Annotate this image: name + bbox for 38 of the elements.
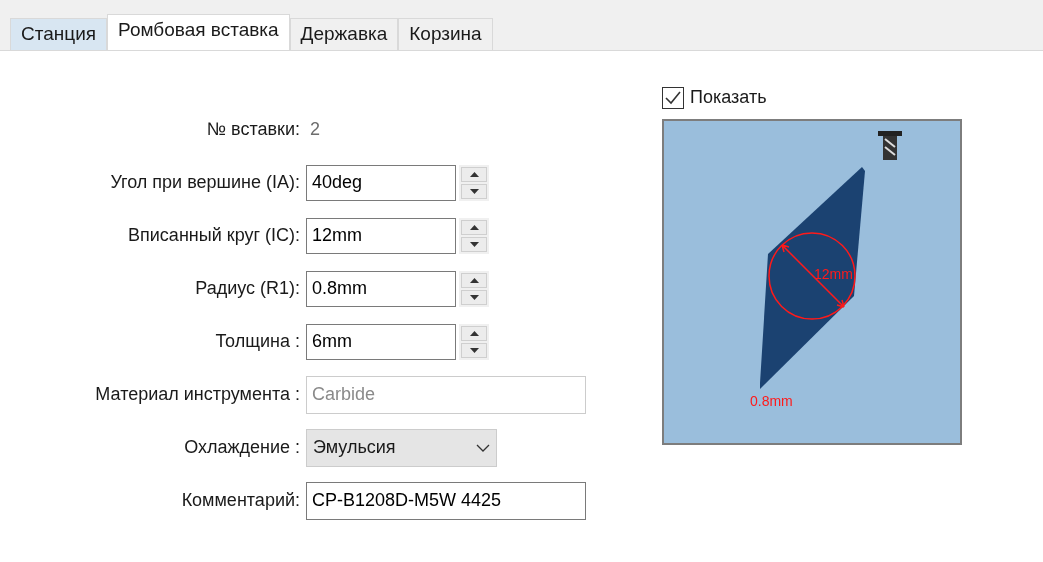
up-arrow-icon [469, 171, 479, 177]
number-field[interactable]: 12mm [306, 217, 456, 254]
diameter-label: 12mm [814, 266, 853, 282]
text-field[interactable]: CP-B1208D-M5W 4425 [306, 481, 586, 520]
field-label: Радиус (R1): [194, 277, 301, 300]
field-label: Комментарий: [180, 489, 301, 512]
spin-buttons[interactable] [459, 270, 489, 307]
show-label: Показать [690, 86, 767, 109]
insert-number: 2 [309, 119, 320, 139]
checkmark-icon [665, 90, 681, 105]
field-label: Материал инструмента : [94, 383, 301, 406]
spin-buttons[interactable] [459, 217, 489, 254]
down-arrow-icon [469, 188, 479, 194]
spin-buttons[interactable] [459, 164, 489, 201]
spin-buttons[interactable] [459, 323, 489, 360]
number-field[interactable]: 0.8mm [306, 270, 456, 307]
down-arrow-icon [469, 347, 479, 353]
field-label: Угол при вершине (IA): [109, 171, 301, 194]
field-label: Толщина : [214, 330, 301, 353]
up-arrow-icon [469, 224, 479, 230]
tab[interactable]: Корзина [398, 18, 493, 50]
up-arrow-icon [469, 330, 479, 336]
show-checkbox[interactable] [662, 86, 684, 109]
field-label: Охлаждение : [183, 436, 301, 459]
tab[interactable]: Ромбовая вставка [107, 14, 290, 50]
number-field[interactable]: 40deg [306, 164, 456, 201]
field-label: Вписанный круг (IC): [127, 224, 301, 247]
number-field[interactable]: 6mm [306, 323, 456, 360]
screw-icon [878, 131, 902, 160]
tab[interactable]: Станция [10, 18, 108, 50]
up-arrow-icon [469, 277, 479, 283]
radius-label: 0.8mm [750, 393, 793, 409]
chevron-down-icon [476, 443, 490, 452]
tab[interactable]: Державка [289, 18, 399, 50]
down-arrow-icon [469, 294, 479, 300]
coolant-dropdown[interactable]: Эмульсия [306, 428, 497, 467]
field-label: № вставки: [205, 118, 301, 141]
down-arrow-icon [469, 241, 479, 247]
